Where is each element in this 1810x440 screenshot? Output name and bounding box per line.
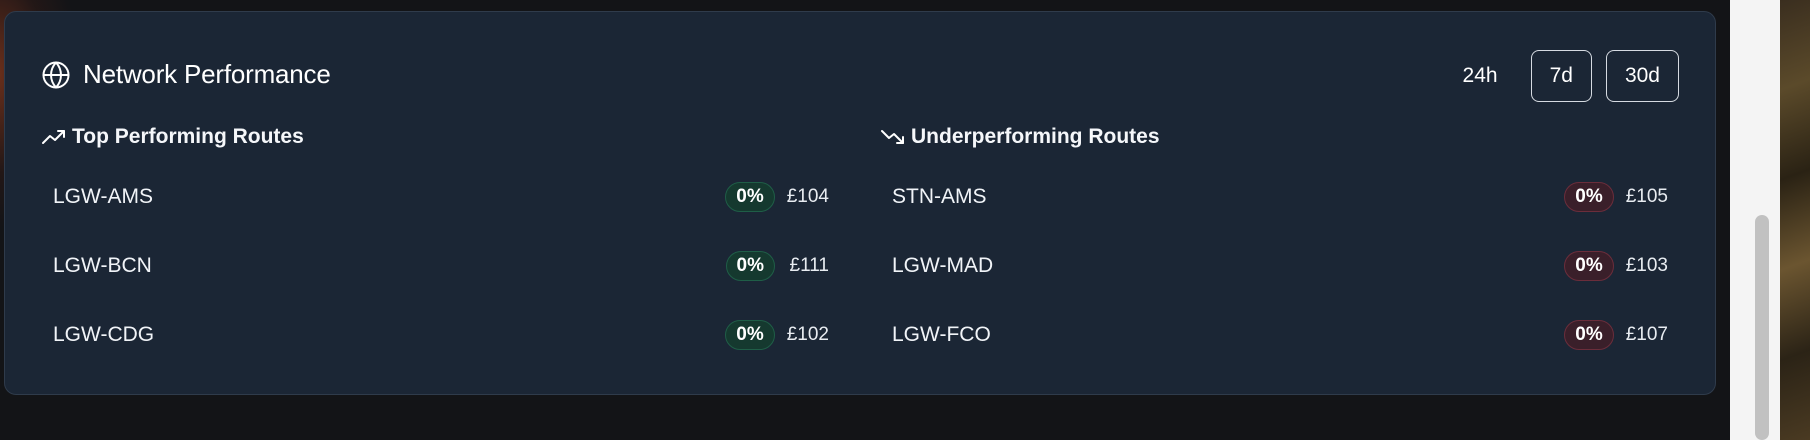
underperforming-routes-section: Underperforming Routes STN-AMS 0% £105 L… xyxy=(880,122,1674,369)
route-code: LGW-MAD xyxy=(892,253,994,277)
route-price: £107 xyxy=(1625,323,1668,345)
top-routes-list: LGW-AMS 0% £104 LGW-BCN 0% £111 LGW-CDG … xyxy=(41,162,835,369)
change-badge: 0% xyxy=(725,250,775,281)
route-price: £103 xyxy=(1625,254,1668,276)
change-badge: 0% xyxy=(725,181,775,212)
route-price: £105 xyxy=(1625,185,1668,207)
range-24h-button[interactable]: 24h xyxy=(1444,50,1517,102)
trending-up-icon xyxy=(42,130,65,144)
range-7d-button[interactable]: 7d xyxy=(1530,50,1592,102)
globe-icon xyxy=(42,61,70,88)
underperforming-routes-header: Underperforming Routes xyxy=(880,122,1674,152)
route-code: LGW-CDG xyxy=(53,322,155,346)
top-routes-title: Top Performing Routes xyxy=(72,125,304,148)
change-badge: 0% xyxy=(1564,250,1614,281)
route-code: STN-AMS xyxy=(892,184,987,208)
scrollbar-thumb[interactable] xyxy=(1755,215,1769,440)
list-item[interactable]: LGW-AMS 0% £104 xyxy=(41,162,835,231)
route-price: £104 xyxy=(786,185,829,207)
top-routes-section: Top Performing Routes LGW-AMS 0% £104 LG… xyxy=(41,122,835,369)
change-badge: 0% xyxy=(725,319,775,350)
underperforming-routes-list: STN-AMS 0% £105 LGW-MAD 0% £103 LGW-FCO … xyxy=(880,162,1674,369)
network-performance-card: Network Performance 24h 7d 30d Top Perfo… xyxy=(4,11,1716,395)
list-item[interactable]: LGW-CDG 0% £102 xyxy=(41,300,835,369)
range-30d-button[interactable]: 30d xyxy=(1605,50,1679,102)
list-item[interactable]: LGW-MAD 0% £103 xyxy=(880,231,1674,300)
trending-down-icon xyxy=(881,130,904,144)
change-badge: 0% xyxy=(1564,181,1614,212)
route-code: LGW-FCO xyxy=(892,322,991,346)
page: Network Performance 24h 7d 30d Top Perfo… xyxy=(0,0,1810,440)
list-item[interactable]: LGW-BCN 0% £111 xyxy=(41,231,835,300)
page-title: Network Performance xyxy=(83,59,331,89)
change-badge: 0% xyxy=(1564,319,1614,350)
time-range-selector: 24h 7d 30d xyxy=(1444,50,1679,102)
list-item[interactable]: LGW-FCO 0% £107 xyxy=(880,300,1674,369)
top-routes-header: Top Performing Routes xyxy=(41,122,835,152)
underperforming-routes-title: Underperforming Routes xyxy=(911,125,1160,148)
route-code: LGW-AMS xyxy=(53,184,153,208)
route-price: £102 xyxy=(786,323,829,345)
route-code: LGW-BCN xyxy=(53,253,152,277)
route-price: £111 xyxy=(789,254,829,276)
card-header: Network Performance xyxy=(41,59,331,90)
background-photo-edge xyxy=(1780,0,1810,440)
list-item[interactable]: STN-AMS 0% £105 xyxy=(880,162,1674,231)
